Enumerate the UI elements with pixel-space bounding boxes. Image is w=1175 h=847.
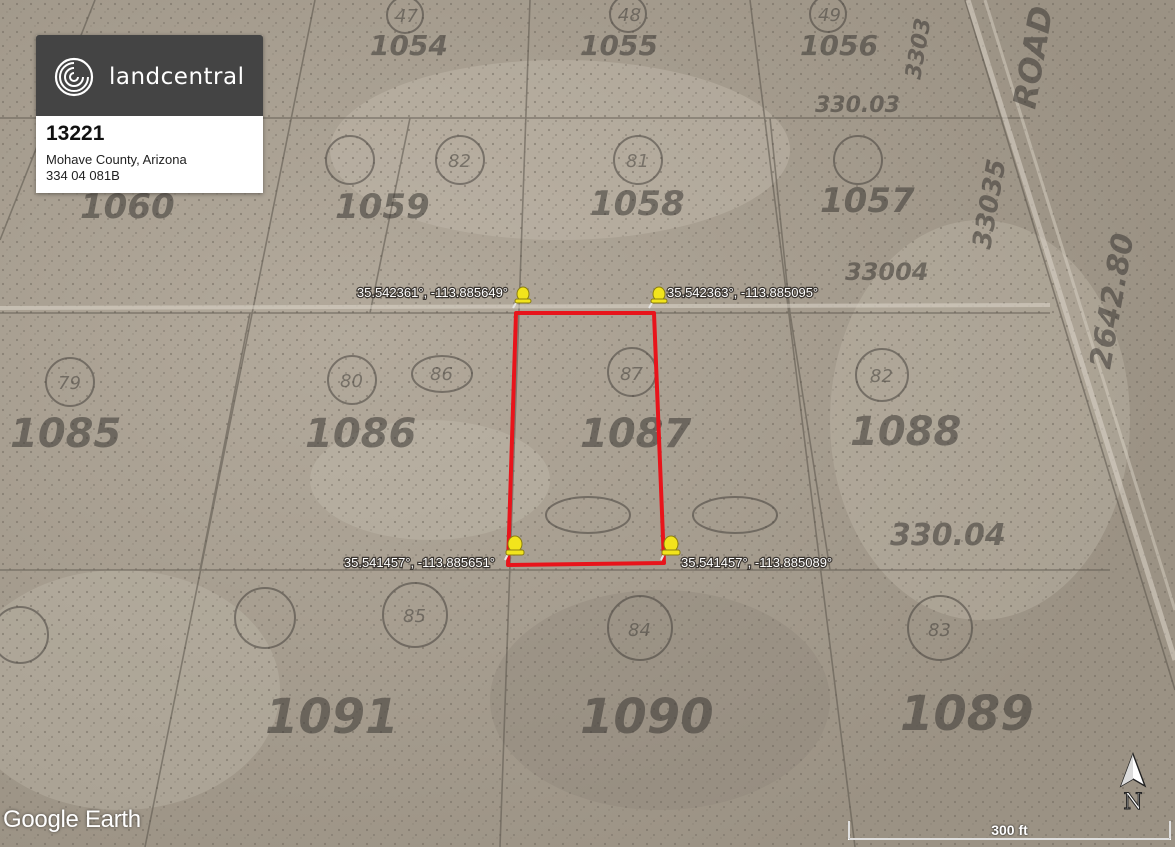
plat-circle-number: 82 (870, 366, 893, 387)
card-header: landcentral (36, 35, 263, 116)
property-info-card: landcentral 13221 Mohave County, Arizona… (36, 35, 263, 193)
plat-lot-number: 1059 (335, 187, 430, 227)
plat-lot-number: 1086 (305, 411, 416, 457)
plat-lot-number: 1056 (800, 29, 878, 62)
plat-circle-number: 80 (340, 371, 363, 392)
plat-lot-number: 1087 (580, 411, 691, 457)
plat-lot-number: 1060 (80, 187, 175, 227)
scale-label: 300 ft (991, 822, 1028, 838)
card-body: 13221 Mohave County, Arizona 334 04 081B (36, 116, 263, 193)
google-earth-attribution: Google Earth (3, 806, 141, 833)
plat-circle-number: 47 (395, 6, 418, 27)
plat-annotation: 33004 (845, 258, 929, 286)
plat-annotation: 330.04 (890, 518, 1006, 553)
north-arrow-icon[interactable]: N (1116, 752, 1150, 814)
landcentral-logo-icon (54, 57, 94, 97)
plat-circle-number: 86 (430, 364, 453, 385)
landcentral-logo-text: landcentral (109, 64, 245, 90)
plat-annotation: 330.03 (815, 93, 900, 118)
plat-circle-number: 84 (628, 620, 651, 641)
plat-circle-number: 79 (58, 373, 81, 394)
plat-lot-number: 1057 (820, 181, 915, 221)
plat-lot-number: 1058 (590, 184, 685, 224)
property-id: 13221 (46, 122, 105, 145)
plat-circle-number: 82 (448, 151, 471, 172)
scale-bar: 300 ft (848, 819, 1171, 841)
plat-lot-number: 1055 (580, 29, 658, 62)
plat-circle-number: 81 (626, 151, 649, 172)
plat-lot-number: 1089 (900, 686, 1034, 742)
plat-lot-number: 1085 (10, 411, 121, 457)
plat-circle-number: 83 (928, 620, 951, 641)
plat-lot-number: 1054 (370, 29, 448, 62)
plat-lot-number: 1090 (580, 689, 714, 745)
parcel-number: 334 04 081B (46, 168, 120, 183)
plat-lot-number: 1088 (850, 409, 961, 455)
pin-label-sw: 35.541457°, -113.885651° (344, 555, 495, 570)
plat-circle-number: 85 (403, 606, 426, 627)
plat-lot-number: 1091 (265, 689, 399, 745)
plat-circle-number: 49 (818, 5, 841, 26)
pin-label-ne: 35.542363°, -113.885095° (667, 285, 818, 300)
plat-circle-number: 48 (618, 5, 641, 26)
pin-label-se: 35.541457°, -113.885089° (681, 555, 832, 570)
pin-label-nw: 35.542361°, -113.885649° (357, 285, 508, 300)
plat-circle-number: 87 (620, 364, 643, 385)
north-label: N (1123, 790, 1142, 814)
property-location: Mohave County, Arizona (46, 152, 187, 167)
